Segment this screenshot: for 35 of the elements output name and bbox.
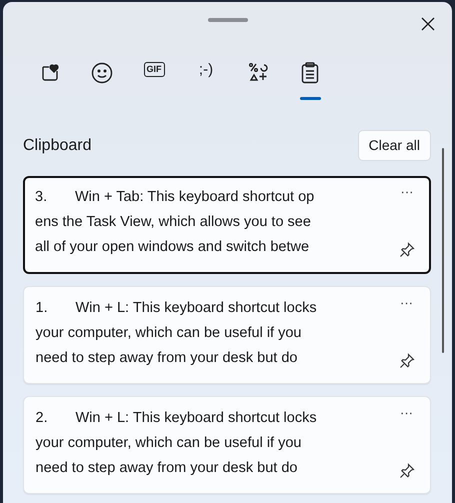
pin-icon[interactable] [399, 242, 415, 258]
smiley-icon [91, 62, 113, 84]
clipboard-item[interactable]: 1. Win + L: This keyboard shortcut locks your computer, which can be useful if you need to step away from your desk but do ··· [23, 286, 431, 384]
clip-text: ens the Task View, which allows you to see [35, 213, 312, 232]
section-title: Clipboard [23, 136, 92, 156]
clipboard-item[interactable]: 3. Win + Tab: This keyboard shortcut op ens the Task View, which allows you to see all of your open windows and switch betwe ··· [23, 176, 431, 274]
category-tab[interactable]: ;-) [180, 60, 232, 100]
more-button[interactable]: ··· [400, 185, 414, 199]
clip-text: all of your open windows and switch betwe [35, 238, 310, 257]
clipboard-icon [301, 62, 319, 84]
clip-text: your computer, which can be useful if you [36, 434, 302, 452]
gif-label: GIF [144, 62, 164, 77]
item-number: 1. [36, 298, 49, 318]
more-button[interactable]: ··· [400, 406, 413, 420]
kaomoji-label: ;-) [198, 62, 214, 77]
more-button[interactable]: ··· [400, 296, 413, 310]
item-number: 2. [36, 408, 49, 428]
pin-icon[interactable] [398, 463, 414, 479]
clipboard-item[interactable]: 2. Win + L: This keyboard shortcut locks your computer, which can be useful if you need to step away from your desk but do ··· [23, 396, 431, 494]
clip-text: Win + L: This keyboard shortcut locks [76, 408, 317, 428]
heart-icon [40, 62, 60, 82]
clip-text: need to step away from your desk but do [36, 348, 298, 368]
clip-text: Win + Tab: This keyboard shortcut op [75, 188, 314, 207]
symbols-icon [248, 62, 268, 82]
clear-all-button[interactable]: Clear all [358, 130, 431, 161]
selected-indicator [300, 97, 321, 100]
clip-text: Win + L: This keyboard shortcut locks [76, 298, 317, 318]
scrollbar[interactable] [442, 148, 444, 353]
close-icon [421, 17, 435, 31]
pin-icon[interactable] [398, 353, 414, 369]
item-number: 3. [35, 188, 48, 207]
clip-text: need to step away from your desk but do [36, 458, 298, 478]
drag-handle[interactable] [208, 18, 248, 22]
category-tab[interactable]: GIF [128, 60, 180, 100]
clip-text: your computer, which can be useful if you [36, 324, 302, 342]
